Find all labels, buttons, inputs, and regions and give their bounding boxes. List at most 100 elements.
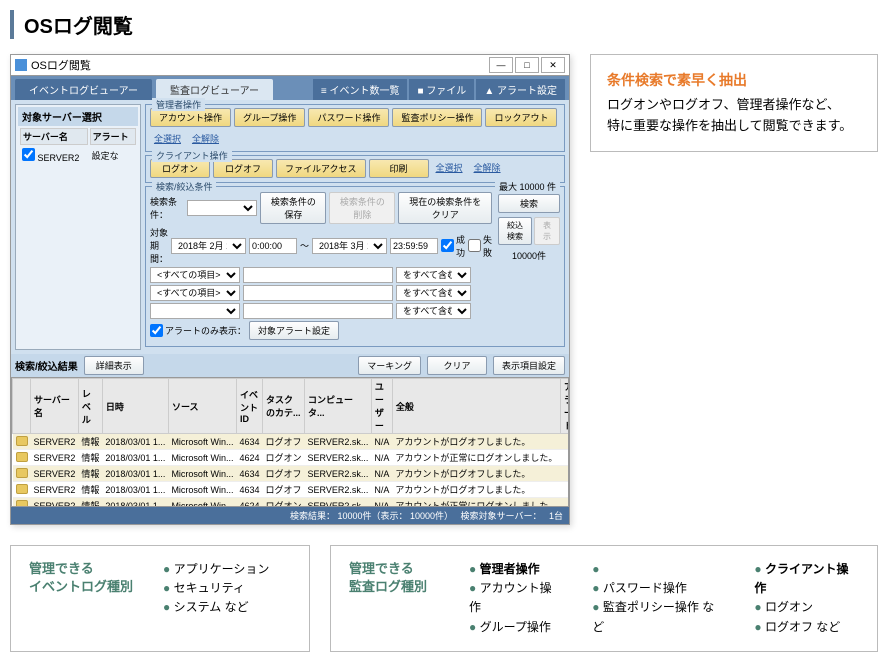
callout-line1: ログオンやログオフ、管理者操作など、 — [607, 95, 861, 116]
results-bar: 検索/絞込結果 詳細表示 マーキング クリア 表示項目設定 — [11, 354, 569, 377]
btn-save-cond[interactable]: 検索条件の保存 — [260, 192, 326, 224]
window-title: OSログ閲覧 — [31, 57, 91, 73]
maximize-button[interactable]: □ — [515, 57, 539, 73]
table-row[interactable]: SERVER2情報2018/03/01 1...Microsoft Win...… — [13, 482, 570, 498]
col-header[interactable]: ユーザー — [371, 379, 392, 434]
info2-title: 管理できる監査ログ種別 — [349, 560, 439, 637]
period-label: 対象期間： — [150, 226, 168, 265]
btn-lockout[interactable]: ロックアウト — [485, 108, 557, 127]
server-checkbox[interactable] — [22, 148, 35, 161]
close-button[interactable]: ✕ — [541, 57, 565, 73]
list-item — [592, 560, 724, 579]
btn-filter[interactable]: 絞込検索 — [498, 217, 532, 245]
list-item: ログオフ など — [754, 618, 859, 637]
btn-client-clear-all[interactable]: 全解除 — [470, 159, 505, 178]
btn-client-select-all[interactable]: 全選択 — [432, 159, 467, 178]
info-box-audit-log: 管理できる監査ログ種別 管理者操作 アカウント操作 グループ操作 パスワード操作… — [330, 545, 878, 652]
search-group: 検索/絞込条件 最大 10000 件 検索条件： 検索条件の保存 検索条件の削除… — [145, 186, 565, 347]
info-box-event-log: 管理できるイベントログ種別 アプリケーションセキュリティシステム など — [10, 545, 310, 652]
alert-only-check[interactable]: アラートのみ表示： — [150, 324, 246, 337]
minimize-button[interactable]: — — [489, 57, 513, 73]
list-item: アカウント操作 — [469, 579, 562, 617]
tab-audit-log[interactable]: 監査ログビューアー — [156, 79, 273, 100]
btn-audit-policy-ops[interactable]: 監査ポリシー操作 — [392, 108, 482, 127]
field1-value[interactable] — [243, 267, 393, 283]
field2-combo[interactable]: <すべての項目> — [150, 285, 240, 301]
btn-search[interactable]: 検索 — [498, 194, 560, 213]
box2-col3-head: クライアント操作 — [754, 560, 859, 598]
col-header[interactable]: 日時 — [102, 379, 168, 434]
col-server-name[interactable]: サーバー名 — [20, 128, 88, 145]
table-row[interactable]: SERVER2情報2018/03/01 1...Microsoft Win...… — [13, 434, 570, 450]
titlebar: OSログ閲覧 — □ ✕ — [11, 55, 569, 76]
field3-combo[interactable] — [150, 303, 240, 319]
table-row[interactable]: SERVER2情報2018/03/01 1...Microsoft Win...… — [13, 450, 570, 466]
col-header[interactable]: レベル — [78, 379, 102, 434]
folder-icon — [16, 484, 28, 494]
max-count-label: 最大 10000 件 — [495, 180, 560, 193]
file-button[interactable]: ■ ファイル — [409, 79, 474, 100]
col-header[interactable] — [13, 379, 31, 434]
col-header[interactable]: タスクのカテ... — [262, 379, 304, 434]
col-alert[interactable]: アラート — [90, 128, 136, 145]
btn-alert-target[interactable]: 対象アラート設定 — [249, 321, 339, 340]
server-row[interactable]: SERVER2 設定な — [20, 147, 136, 164]
col-header[interactable]: 全般 — [392, 379, 560, 434]
event-count-button[interactable]: ≡ イベント数一覧 — [313, 79, 408, 100]
field1-combo[interactable]: <すべての項目> — [150, 267, 240, 283]
folder-icon — [16, 452, 28, 462]
col-header[interactable]: ソース — [168, 379, 236, 434]
list-item: ログオン — [754, 598, 859, 617]
folder-icon — [16, 500, 28, 508]
statusbar: 検索結果： 10000件（表示： 10000件） 検索対象サーバー： 1台 — [11, 507, 569, 524]
col-header[interactable]: サーバー名 — [31, 379, 79, 434]
btn-admin-select-all[interactable]: 全選択 — [150, 130, 185, 147]
col-header[interactable]: コンピュータ... — [305, 379, 372, 434]
tabbar: イベントログビューアー 監査ログビューアー ≡ イベント数一覧 ■ ファイル ▲… — [11, 76, 569, 100]
search-group-title: 検索/絞込条件 — [152, 180, 217, 193]
time-from[interactable] — [249, 238, 297, 254]
btn-marking[interactable]: マーキング — [358, 356, 421, 375]
info1-title: 管理できるイベントログ種別 — [29, 560, 133, 637]
btn-show: 表示 — [534, 217, 560, 245]
time-to[interactable] — [390, 238, 438, 254]
alert-settings-button[interactable]: ▲ アラート設定 — [476, 79, 565, 100]
btn-detail[interactable]: 詳細表示 — [84, 356, 144, 375]
server-panel-title: 対象サーバー選択 — [18, 107, 138, 126]
success-check[interactable]: 成功 — [441, 233, 465, 259]
btn-clear-cond[interactable]: 現在の検索条件をクリア — [398, 192, 492, 224]
table-row[interactable]: SERVER2情報2018/03/01 1...Microsoft Win...… — [13, 466, 570, 482]
box2-col1-head: 管理者操作 — [469, 560, 562, 579]
btn-clear[interactable]: クリア — [427, 356, 487, 375]
callout-box: 条件検索で素早く抽出 ログオンやログオフ、管理者操作など、 特に重要な操作を抽出… — [590, 54, 878, 152]
btn-password-ops[interactable]: パスワード操作 — [308, 108, 389, 127]
btn-file-access[interactable]: ファイルアクセス — [276, 159, 366, 178]
cond-combo[interactable] — [187, 200, 257, 216]
col-header[interactable]: イベントID — [236, 379, 262, 434]
field2-op[interactable]: をすべて含む — [396, 285, 471, 301]
field1-op[interactable]: をすべて含む — [396, 267, 471, 283]
failure-check[interactable]: 失敗 — [468, 233, 492, 259]
page-title: OSログ閲覧 — [10, 10, 888, 39]
btn-group-ops[interactable]: グループ操作 — [234, 108, 305, 127]
client-ops-title: クライアント操作 — [152, 149, 232, 162]
field2-value[interactable] — [243, 285, 393, 301]
cond-label: 検索条件： — [150, 195, 184, 221]
col-header[interactable]: アラート — [560, 379, 569, 434]
btn-columns[interactable]: 表示項目設定 — [493, 356, 565, 375]
tab-event-log[interactable]: イベントログビューアー — [15, 79, 152, 100]
app-window: OSログ閲覧 — □ ✕ イベントログビューアー 監査ログビューアー ≡ イベン… — [10, 54, 570, 525]
list-item: グループ操作 — [469, 618, 562, 637]
btn-admin-clear-all[interactable]: 全解除 — [188, 130, 223, 147]
field3-value[interactable] — [243, 303, 393, 319]
field3-op[interactable]: をすべて含む — [396, 303, 471, 319]
results-table-wrap[interactable]: サーバー名レベル日時ソースイベントIDタスクのカテ...コンピュータ...ユーザ… — [11, 377, 569, 507]
list-item: 監査ポリシー操作 など — [592, 598, 724, 636]
list-item: セキュリティ — [163, 579, 269, 598]
date-from[interactable]: 2018年 2月 1日 — [171, 238, 246, 254]
date-to[interactable]: 2018年 3月 1日 — [312, 238, 387, 254]
btn-print[interactable]: 印刷 — [369, 159, 429, 178]
list-item: パスワード操作 — [592, 579, 724, 598]
table-row[interactable]: SERVER2情報2018/03/01 1...Microsoft Win...… — [13, 498, 570, 508]
app-icon — [15, 59, 27, 71]
